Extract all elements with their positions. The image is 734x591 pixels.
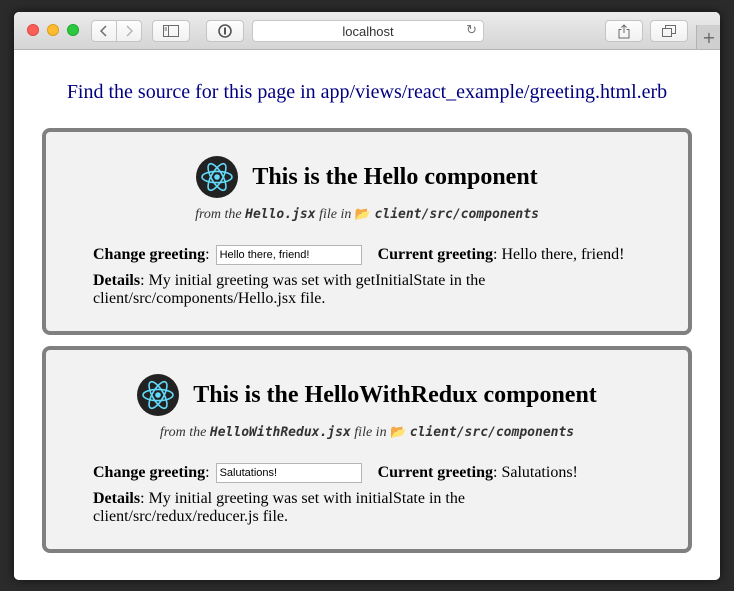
file-name: Hello.jsx <box>245 207 316 222</box>
current-greeting-label: Current greeting <box>377 464 493 481</box>
details-text: Details: My initial greeting was set wit… <box>93 490 465 525</box>
from-prefix: from the <box>195 207 242 222</box>
current-greeting: Current greeting: Hello there, friend! <box>377 246 625 263</box>
from-prefix: from the <box>159 425 207 440</box>
current-greeting: Current greeting: Salutations! <box>377 464 578 481</box>
file-name: HelloWithRedux.jsx <box>209 425 351 440</box>
maximize-window-button[interactable] <box>67 24 79 36</box>
reload-icon[interactable]: ↻ <box>466 23 477 38</box>
privacy-icon <box>218 24 232 38</box>
browser-window: localhost ↻ + Find the source for this p… <box>14 12 720 580</box>
forward-icon <box>126 25 133 37</box>
back-icon <box>100 25 107 37</box>
card-title: This is the HelloWithRedux component <box>46 374 688 416</box>
details-label: Details <box>93 490 141 507</box>
react-logo-icon <box>137 374 180 416</box>
address-text: localhost <box>342 23 394 39</box>
hello-component-card: This is the Hello component from the Hel… <box>42 128 692 335</box>
greeting-row: Change greeting: Current greeting: Salut… <box>93 461 673 485</box>
folder-open-icon: 📂 <box>354 207 372 222</box>
page-content: Find the source for this page in app/vie… <box>14 50 720 580</box>
current-greeting-value: Hello there, friend! <box>501 246 625 263</box>
privacy-report-button[interactable] <box>206 20 244 42</box>
source-hint: Find the source for this page in app/vie… <box>66 81 668 103</box>
change-greeting-label: Change greeting <box>93 246 206 263</box>
minimize-window-button[interactable] <box>47 24 59 36</box>
current-greeting-label: Current greeting <box>377 246 493 263</box>
show-tabs-button[interactable] <box>650 20 688 42</box>
new-tab-button[interactable]: + <box>696 25 720 49</box>
address-bar[interactable]: localhost ↻ <box>252 20 484 42</box>
details-text: Details: My initial greeting was set wit… <box>93 272 486 307</box>
folder-path: client/src/components <box>374 207 539 222</box>
share-button[interactable] <box>605 20 643 42</box>
hello-with-redux-component-card: This is the HelloWithRedux component fro… <box>42 346 692 553</box>
sidebar-icon <box>163 25 179 37</box>
card-title: This is the Hello component <box>46 156 688 198</box>
share-icon <box>618 23 630 38</box>
details-label: Details <box>93 272 141 289</box>
sidebar-button[interactable] <box>152 20 190 42</box>
file-in-text: file in <box>354 425 387 440</box>
forward-button[interactable] <box>116 20 142 42</box>
folder-open-icon: 📂 <box>390 425 407 440</box>
browser-toolbar: localhost ↻ + <box>14 12 720 50</box>
greeting-row: Change greeting: Current greeting: Hello… <box>93 243 673 267</box>
back-button[interactable] <box>91 20 117 42</box>
component-heading: This is the Hello component <box>252 163 538 190</box>
details-value: My initial greeting was set with getInit… <box>93 272 486 307</box>
current-greeting-value: Salutations! <box>501 464 578 481</box>
colon: : <box>205 464 210 481</box>
tabs-icon <box>662 25 676 37</box>
change-greeting-label: Change greeting <box>93 464 206 481</box>
source-file-line: from the Hello.jsx file in 📂 client/src/… <box>46 207 688 223</box>
folder-path: client/src/components <box>409 425 575 440</box>
source-file-line: from the HelloWithRedux.jsx file in 📂 cl… <box>46 425 688 441</box>
react-logo-icon <box>196 156 239 198</box>
close-window-button[interactable] <box>27 24 39 36</box>
plus-icon: + <box>702 27 716 47</box>
colon: : <box>205 246 210 263</box>
greeting-input[interactable] <box>215 245 362 265</box>
component-heading: This is the HelloWithRedux component <box>193 381 597 408</box>
file-in-text: file in <box>319 207 352 222</box>
details-value: My initial greeting was set with initial… <box>93 490 465 525</box>
greeting-input[interactable] <box>215 463 362 483</box>
